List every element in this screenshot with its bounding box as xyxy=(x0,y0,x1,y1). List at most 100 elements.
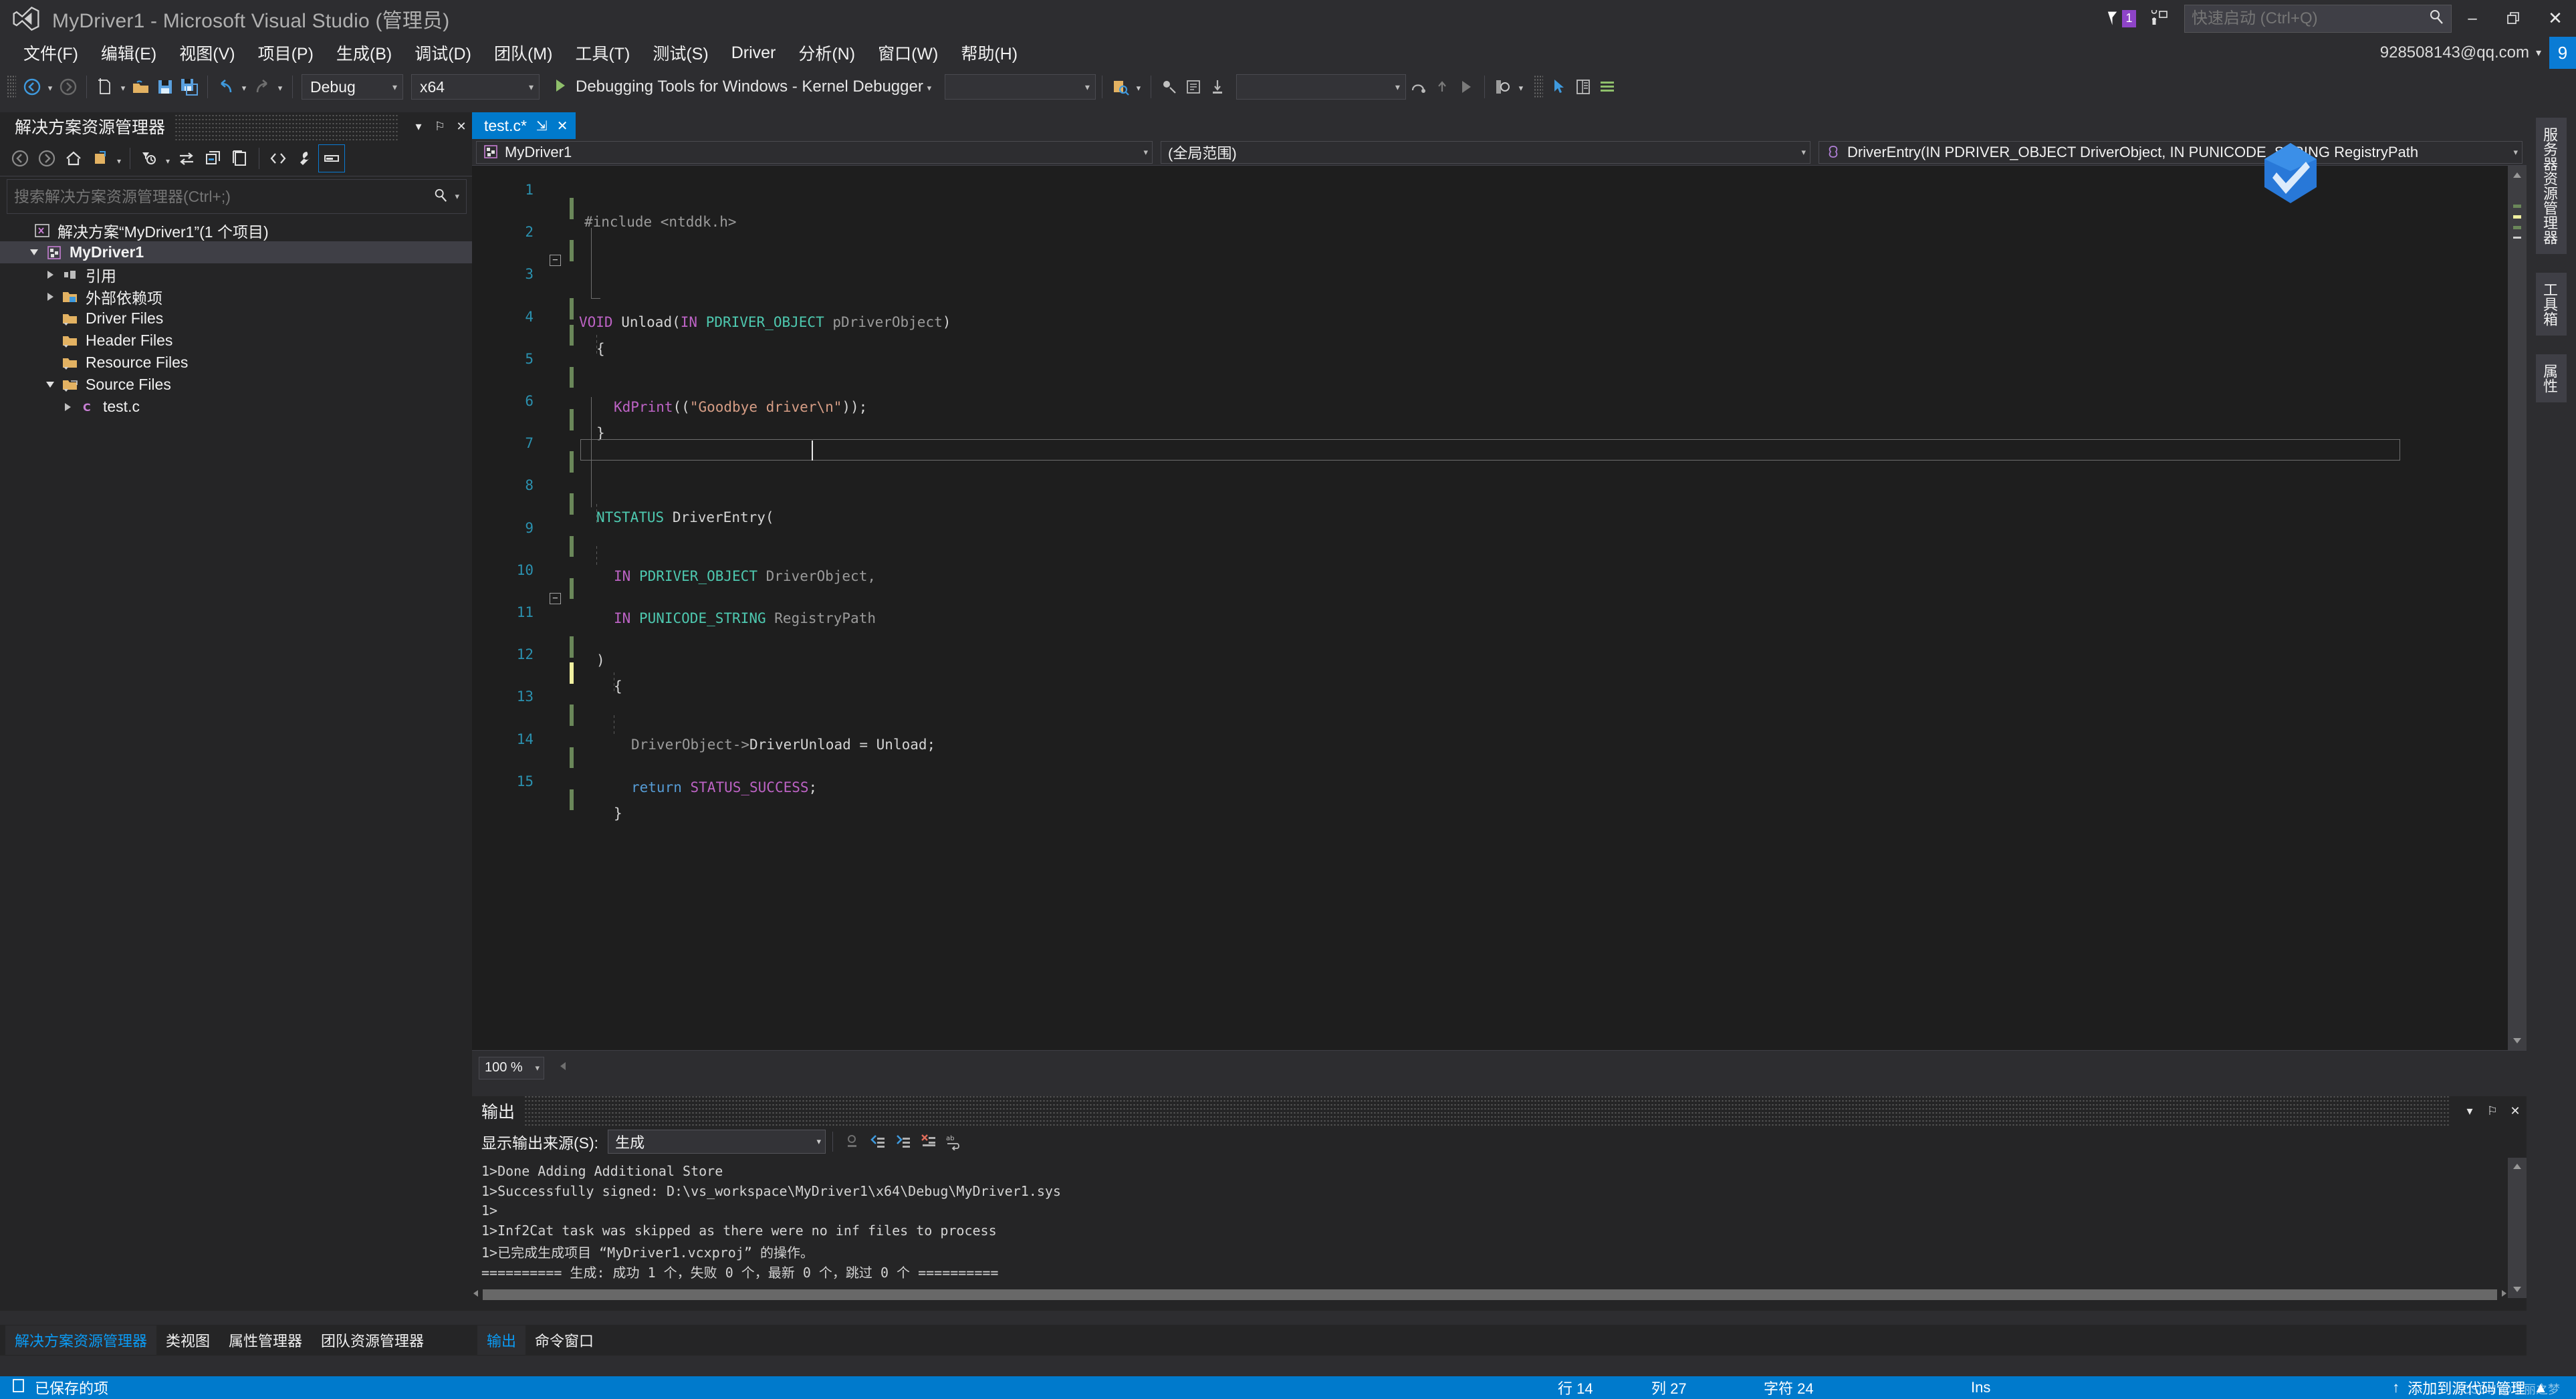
code-line[interactable]: 6 } xyxy=(472,377,2527,441)
editor-vertical-scrollbar[interactable] xyxy=(2508,166,2527,1050)
find-in-files-icon[interactable] xyxy=(1491,75,1515,99)
close-icon[interactable]: ✕ xyxy=(557,118,568,134)
clear-all-icon[interactable] xyxy=(916,1129,941,1154)
step-into-icon[interactable] xyxy=(1205,75,1230,99)
pending-changes-filter-icon[interactable] xyxy=(136,144,162,172)
fold-collapse-icon[interactable]: − xyxy=(550,255,561,267)
start-debugging-button[interactable]: Debugging Tools for Windows - Kernel Deb… xyxy=(553,75,935,99)
code-line[interactable]: 4 { xyxy=(472,293,2527,357)
menu-item-view[interactable]: 视图(V) xyxy=(168,37,246,68)
redo-icon[interactable] xyxy=(250,75,274,99)
code-line[interactable]: 9 IN PDRIVER_OBJECT DriverObject, xyxy=(472,503,2527,584)
output-source-combo[interactable]: 生成 ▾ xyxy=(608,1130,826,1154)
undo-icon[interactable] xyxy=(214,75,238,99)
twisty-collapsed-icon[interactable] xyxy=(41,263,59,285)
scroll-left-icon[interactable] xyxy=(472,1289,480,1301)
go-to-previous-message-icon[interactable] xyxy=(865,1129,891,1154)
avatar[interactable]: 9 xyxy=(2549,37,2576,69)
tree-item-references[interactable]: 引用 xyxy=(0,263,472,285)
panel-drag-dots[interactable] xyxy=(524,1096,2449,1126)
step-out-icon[interactable] xyxy=(1430,75,1454,99)
chevron-down-icon[interactable]: ▾ xyxy=(923,75,935,99)
toolbar-grip[interactable] xyxy=(7,75,16,99)
close-icon[interactable]: ✕ xyxy=(2504,1096,2527,1126)
scroll-up-icon[interactable] xyxy=(2508,166,2527,184)
code-line-current[interactable]: 14 return STATUS_SUCCESS; xyxy=(472,715,2527,795)
horizontal-scroll-left-icon[interactable] xyxy=(559,1061,567,1075)
twisty-collapsed-icon[interactable] xyxy=(41,285,59,307)
navbar-scope-combo[interactable]: (全局范围) ▾ xyxy=(1161,140,1810,164)
close-icon[interactable]: ✕ xyxy=(451,113,472,140)
zoom-level-combo[interactable]: 100 % ▾ xyxy=(479,1056,544,1079)
navigate-forward-icon[interactable] xyxy=(56,75,80,99)
notifications-flag-icon[interactable]: 1 xyxy=(2105,7,2136,30)
vertical-tab-server-explorer[interactable]: 服务器资源管理器 xyxy=(2536,118,2567,254)
menu-item-analyze[interactable]: 分析(N) xyxy=(787,37,866,68)
tree-item-external-dependencies[interactable]: 外部依赖项 xyxy=(0,285,472,307)
code-line[interactable]: 2 xyxy=(472,208,2527,261)
filter-dropdown[interactable]: ▾ xyxy=(162,144,173,172)
forward-icon[interactable] xyxy=(33,144,60,172)
code-line[interactable]: 12 { xyxy=(472,630,2527,694)
twisty-expanded-icon[interactable] xyxy=(41,374,59,396)
pointer-select-icon[interactable] xyxy=(1547,75,1571,99)
editor-tab-test-c[interactable]: test.c* ⇲ ✕ xyxy=(472,112,576,139)
save-icon[interactable] xyxy=(153,75,177,99)
tab-solution-explorer[interactable]: 解决方案资源管理器 xyxy=(5,1325,157,1355)
continue-icon[interactable] xyxy=(1454,75,1478,99)
toggle-breakpoint-icon[interactable] xyxy=(1157,75,1181,99)
output-text[interactable]: 1>Done Adding Additional Store 1>Success… xyxy=(472,1163,2527,1283)
code-line[interactable]: 3 − VOID Unload(IN PDRIVER_OBJECT pDrive… xyxy=(472,250,2527,330)
preview-selected-items-icon[interactable] xyxy=(318,144,345,172)
search-input[interactable] xyxy=(14,187,434,206)
menu-item-driver[interactable]: Driver xyxy=(720,40,788,66)
tree-item-project[interactable]: MyDriver1 xyxy=(0,241,472,263)
twisty-collapsed-icon[interactable] xyxy=(59,396,76,418)
restore-button[interactable] xyxy=(2493,0,2535,37)
back-icon[interactable] xyxy=(7,144,33,172)
pin-icon[interactable]: ⚐ xyxy=(2481,1096,2504,1126)
code-line[interactable]: 8 NTSTATUS DriverEntry( xyxy=(472,461,2527,525)
code-line[interactable]: 13 DriverObject->DriverUnload = Unload; xyxy=(472,672,2527,753)
account-area[interactable]: 928508143@qq.com ▾ 9 xyxy=(2380,37,2576,69)
solution-platform-combo[interactable]: x64 ▾ xyxy=(411,74,540,100)
panel-dropdown-icon[interactable]: ▾ xyxy=(408,113,429,140)
toolbar-grip[interactable] xyxy=(1533,75,1543,99)
twisty-expanded-icon[interactable] xyxy=(25,241,43,263)
sync-with-active-document-icon[interactable] xyxy=(173,144,200,172)
menu-item-window[interactable]: 窗口(W) xyxy=(866,37,949,68)
chevron-down-icon[interactable]: ▾ xyxy=(2536,46,2541,59)
save-all-icon[interactable] xyxy=(177,75,201,99)
quick-launch-box[interactable] xyxy=(2184,4,2452,33)
code-line[interactable]: 10 IN PUNICODE_STRING RegistryPath xyxy=(472,545,2527,626)
scroll-down-icon[interactable] xyxy=(2508,1031,2527,1050)
toggle-word-wrap-icon[interactable]: ab xyxy=(941,1129,967,1154)
tree-item-header-files[interactable]: Header Files xyxy=(0,330,472,352)
fold-collapse-icon[interactable]: − xyxy=(550,592,561,604)
new-project-dropdown[interactable]: ▾ xyxy=(117,75,129,99)
scroll-down-icon[interactable] xyxy=(2508,1281,2527,1298)
attach-dropdown[interactable]: ▾ xyxy=(1133,75,1145,99)
find-message-icon[interactable] xyxy=(840,1129,865,1154)
menu-item-build[interactable]: 生成(B) xyxy=(325,37,403,68)
menu-item-edit[interactable]: 编辑(E) xyxy=(90,37,168,68)
undo-dropdown[interactable]: ▾ xyxy=(238,75,250,99)
code-line[interactable]: 5 KdPrint(("Goodbye driver\n")); xyxy=(472,334,2527,415)
collapse-all-icon[interactable] xyxy=(200,144,227,172)
quick-launch-input[interactable] xyxy=(2192,9,2428,28)
tab-team-explorer[interactable]: 团队资源管理器 xyxy=(312,1325,433,1355)
solution-explorer-search[interactable]: ▾ xyxy=(7,179,467,214)
output-vertical-scrollbar[interactable] xyxy=(2508,1158,2527,1298)
step-over-icon[interactable] xyxy=(1406,75,1430,99)
menu-item-project[interactable]: 项目(P) xyxy=(247,37,325,68)
code-line[interactable]: 1 #include <ntddk.h> xyxy=(472,166,2527,230)
tab-class-view[interactable]: 类视图 xyxy=(156,1325,219,1355)
find-dropdown[interactable]: ▾ xyxy=(1515,75,1527,99)
navigate-backward-dropdown[interactable]: ▾ xyxy=(44,75,56,99)
navbar-member-combo[interactable]: DriverEntry(IN PDRIVER_OBJECT DriverObje… xyxy=(1819,140,2523,164)
properties-window-icon[interactable] xyxy=(1571,75,1595,99)
code-line[interactable]: 7 xyxy=(472,419,2527,473)
minimize-button[interactable]: – xyxy=(2452,0,2493,37)
toolbar-combo-1[interactable]: ▾ xyxy=(944,74,1096,100)
tree-item-resource-files[interactable]: Resource Files xyxy=(0,352,472,374)
